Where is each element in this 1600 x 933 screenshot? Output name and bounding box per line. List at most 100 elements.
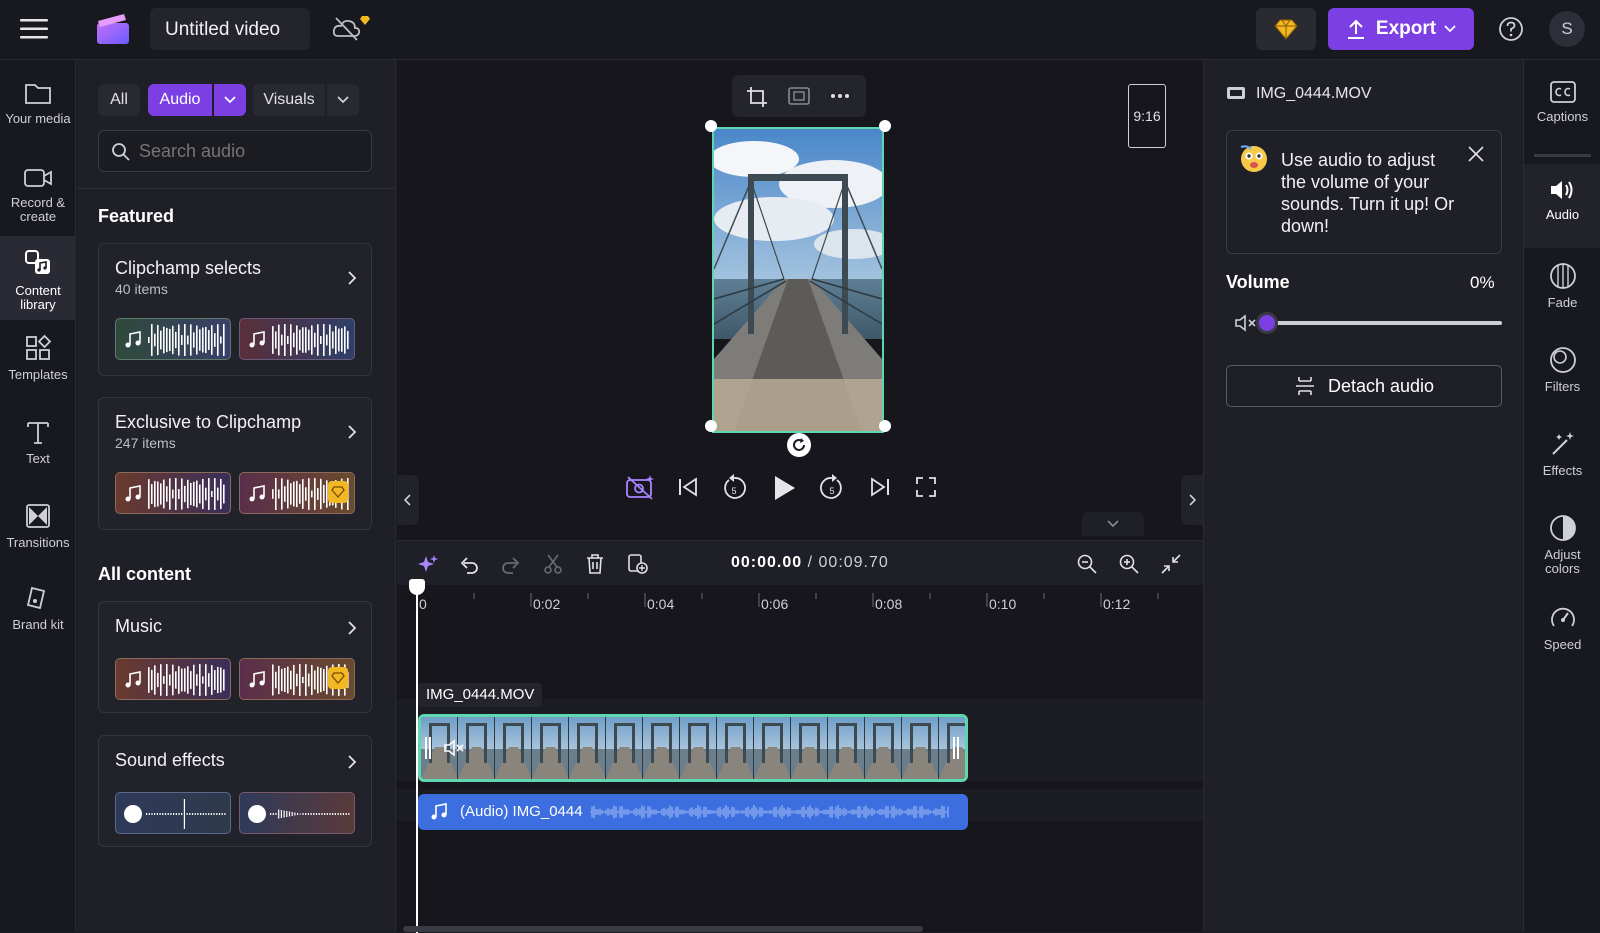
- forward-5-icon[interactable]: 5: [819, 474, 845, 502]
- add-to-timeline-icon[interactable]: [627, 553, 649, 575]
- rnav-label: Fade: [1547, 295, 1578, 310]
- resize-handle[interactable]: [705, 420, 717, 432]
- sound-effect-thumbnail[interactable]: [239, 792, 355, 834]
- clip-trim-handle-left[interactable]: [425, 737, 431, 759]
- delete-icon[interactable]: [585, 553, 605, 575]
- resize-handle[interactable]: [879, 420, 891, 432]
- rnav-fade[interactable]: Fade: [1524, 248, 1600, 332]
- nav-transitions[interactable]: Transitions: [0, 490, 76, 570]
- hamburger-menu-icon[interactable]: [20, 18, 48, 40]
- rnav-speed[interactable]: Speed: [1524, 590, 1600, 674]
- split-icon[interactable]: [543, 554, 563, 574]
- resize-handle[interactable]: [879, 120, 891, 132]
- help-icon[interactable]: [1498, 16, 1524, 42]
- filter-audio-dropdown[interactable]: [214, 84, 246, 116]
- skip-back-icon[interactable]: [677, 477, 699, 497]
- filter-visuals[interactable]: Visuals: [253, 84, 325, 116]
- more-options-icon[interactable]: [830, 93, 850, 99]
- collapse-left-button[interactable]: [397, 475, 419, 525]
- close-icon[interactable]: [1467, 145, 1485, 163]
- cloud-sync-off-icon[interactable]: [330, 14, 372, 44]
- nav-record-create[interactable]: Record & create: [0, 154, 76, 234]
- clip-trim-handle-right[interactable]: [953, 737, 959, 759]
- skip-forward-icon[interactable]: [869, 477, 891, 497]
- timeline-panel: 00:00.00 / 00:09.70 0 0:02 0:04 0:06 0:0…: [397, 540, 1203, 933]
- rnav-effects[interactable]: Effects: [1524, 416, 1600, 500]
- playhead-handle[interactable]: [409, 579, 425, 595]
- crop-icon[interactable]: [746, 86, 768, 108]
- rewind-5-icon[interactable]: 5: [721, 474, 747, 502]
- playhead[interactable]: [416, 581, 418, 933]
- audio-thumbnail-premium[interactable]: [239, 472, 355, 514]
- undo-icon[interactable]: [459, 554, 479, 574]
- properties-panel: IMG_0444.MOV Use audio to adjust the vol…: [1203, 60, 1523, 932]
- muted-speaker-icon[interactable]: [1234, 313, 1258, 333]
- search-input[interactable]: [139, 139, 359, 163]
- rnav-audio[interactable]: Audio: [1524, 164, 1600, 248]
- filter-all-label: All: [110, 91, 128, 108]
- nav-content-library[interactable]: Content library: [0, 236, 76, 320]
- resize-handle[interactable]: [705, 120, 717, 132]
- content-library-panel: All Audio Visuals Featured Clipchamp sel…: [77, 60, 396, 932]
- nav-your-media[interactable]: Your media: [0, 68, 76, 148]
- fit-icon[interactable]: [788, 87, 810, 105]
- nav-brand-kit[interactable]: Brand kit: [0, 572, 76, 652]
- ai-camera-icon[interactable]: [625, 474, 655, 500]
- preview-toolbar: [732, 75, 866, 117]
- sound-effect-thumbnail[interactable]: [115, 792, 231, 834]
- detach-audio-label: Detach audio: [1327, 375, 1435, 396]
- filter-visuals-dropdown[interactable]: [327, 84, 359, 116]
- nav-text[interactable]: Text: [0, 406, 76, 486]
- rnav-adjust-colors[interactable]: Adjust colors: [1524, 500, 1600, 590]
- magic-sparkle-icon[interactable]: [417, 554, 439, 574]
- rotate-handle[interactable]: [787, 433, 811, 457]
- audio-clip-label: (Audio) IMG_0444: [460, 803, 583, 820]
- audio-thumbnail-premium[interactable]: [239, 658, 355, 700]
- volume-slider-thumb[interactable]: [1256, 312, 1278, 334]
- audio-thumbnail[interactable]: [115, 318, 231, 360]
- timeline-scrollbar[interactable]: [403, 926, 923, 932]
- chevron-right-icon: [1189, 494, 1196, 506]
- audio-thumbnail[interactable]: [239, 318, 355, 360]
- aspect-ratio-button[interactable]: 9:16: [1128, 84, 1166, 148]
- play-button[interactable]: [771, 474, 797, 502]
- card-exclusive[interactable]: Exclusive to Clipchamp 247 items: [98, 397, 372, 530]
- premium-diamond-button[interactable]: [1256, 8, 1316, 50]
- file-name: IMG_0444.MOV: [1256, 85, 1372, 102]
- chevron-left-icon: [404, 494, 411, 506]
- detach-audio-button[interactable]: Detach audio: [1226, 365, 1502, 407]
- volume-value: 0%: [1470, 273, 1495, 292]
- avatar[interactable]: S: [1549, 11, 1585, 47]
- rnav-filters[interactable]: Filters: [1524, 332, 1600, 416]
- export-label: Export: [1375, 18, 1437, 39]
- collapse-timeline-button[interactable]: [1082, 512, 1144, 536]
- nav-templates[interactable]: Templates: [0, 322, 76, 402]
- preview-area: 9:16 5 5: [397, 60, 1203, 540]
- fit-timeline-icon[interactable]: [1161, 554, 1181, 574]
- divider: [77, 188, 396, 189]
- volume-slider-track[interactable]: [1266, 321, 1502, 325]
- redo-icon[interactable]: [501, 554, 521, 574]
- audio-thumbnail[interactable]: [115, 472, 231, 514]
- audio-clip[interactable]: (Audio) IMG_0444: [418, 794, 968, 830]
- filter-all[interactable]: All: [98, 84, 140, 116]
- video-title-field[interactable]: Untitled video: [150, 8, 310, 50]
- video-file-icon: [1227, 87, 1245, 99]
- rnav-captions[interactable]: Captions: [1524, 66, 1600, 154]
- fullscreen-icon[interactable]: [915, 476, 937, 498]
- video-clip[interactable]: [418, 714, 968, 782]
- search-bar[interactable]: [98, 130, 372, 172]
- card-clipchamp-selects[interactable]: Clipchamp selects 40 items: [98, 243, 372, 376]
- camera-icon: [24, 169, 52, 187]
- card-music[interactable]: Music: [98, 601, 372, 713]
- video-preview-frame[interactable]: [712, 127, 884, 433]
- zoom-in-icon[interactable]: [1119, 554, 1139, 574]
- filter-audio[interactable]: Audio: [148, 84, 212, 116]
- zoom-out-icon[interactable]: [1077, 554, 1097, 574]
- export-button[interactable]: Export: [1328, 8, 1474, 50]
- card-sound-effects[interactable]: Sound effects: [98, 735, 372, 847]
- card-title: Music: [115, 616, 163, 636]
- divider: [1534, 154, 1591, 157]
- collapse-right-button[interactable]: [1181, 475, 1203, 525]
- audio-thumbnail[interactable]: [115, 658, 231, 700]
